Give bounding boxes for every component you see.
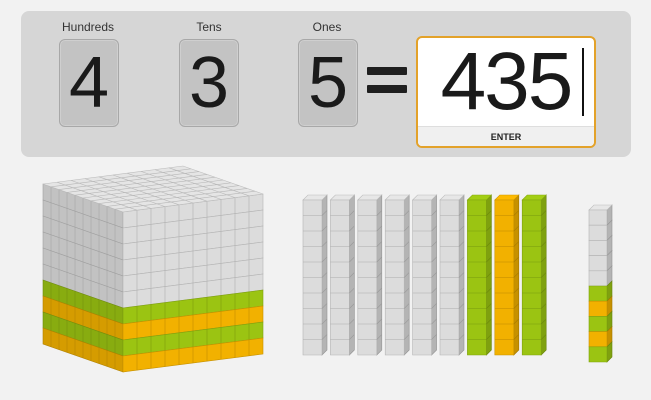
unit-rod <box>411 194 438 356</box>
tens-place: Tens <box>169 19 249 35</box>
equals-sign <box>367 67 407 97</box>
text-caret <box>582 48 584 116</box>
hundreds-digit[interactable]: 4 <box>59 39 119 127</box>
equals-bar-top <box>367 67 407 75</box>
unit-rod <box>329 194 356 356</box>
enter-button[interactable]: ENTER <box>418 126 594 146</box>
answer-field[interactable]: 435 ENTER <box>416 36 596 148</box>
ten-rod <box>466 194 493 356</box>
hundreds-blocks[interactable] <box>42 165 264 373</box>
ones-label: Ones <box>312 20 342 34</box>
unit-cube-gray <box>588 204 613 226</box>
base-ten-blocks <box>42 165 613 373</box>
hundreds-label: Hundreds <box>61 20 115 34</box>
unit-rod <box>357 194 383 356</box>
equals-bar-bottom <box>367 85 407 93</box>
ten-rod <box>521 194 547 356</box>
ones-digit[interactable]: 5 <box>298 39 358 127</box>
number-panel: Hundreds 4 Tens 3 Ones 5 435 ENTER <box>21 11 631 157</box>
ten-rod <box>494 194 520 356</box>
unit-rod <box>302 194 328 356</box>
unit-rod <box>384 194 410 356</box>
tens-rods[interactable] <box>302 194 547 356</box>
unit-rod <box>439 194 465 356</box>
tens-label: Tens <box>196 20 222 34</box>
hundreds-place: Hundreds <box>48 19 128 35</box>
ones-cubes[interactable] <box>588 204 613 363</box>
ones-place: Ones <box>287 19 367 35</box>
tens-digit[interactable]: 3 <box>179 39 239 127</box>
answer-input[interactable]: 435 <box>418 40 594 124</box>
